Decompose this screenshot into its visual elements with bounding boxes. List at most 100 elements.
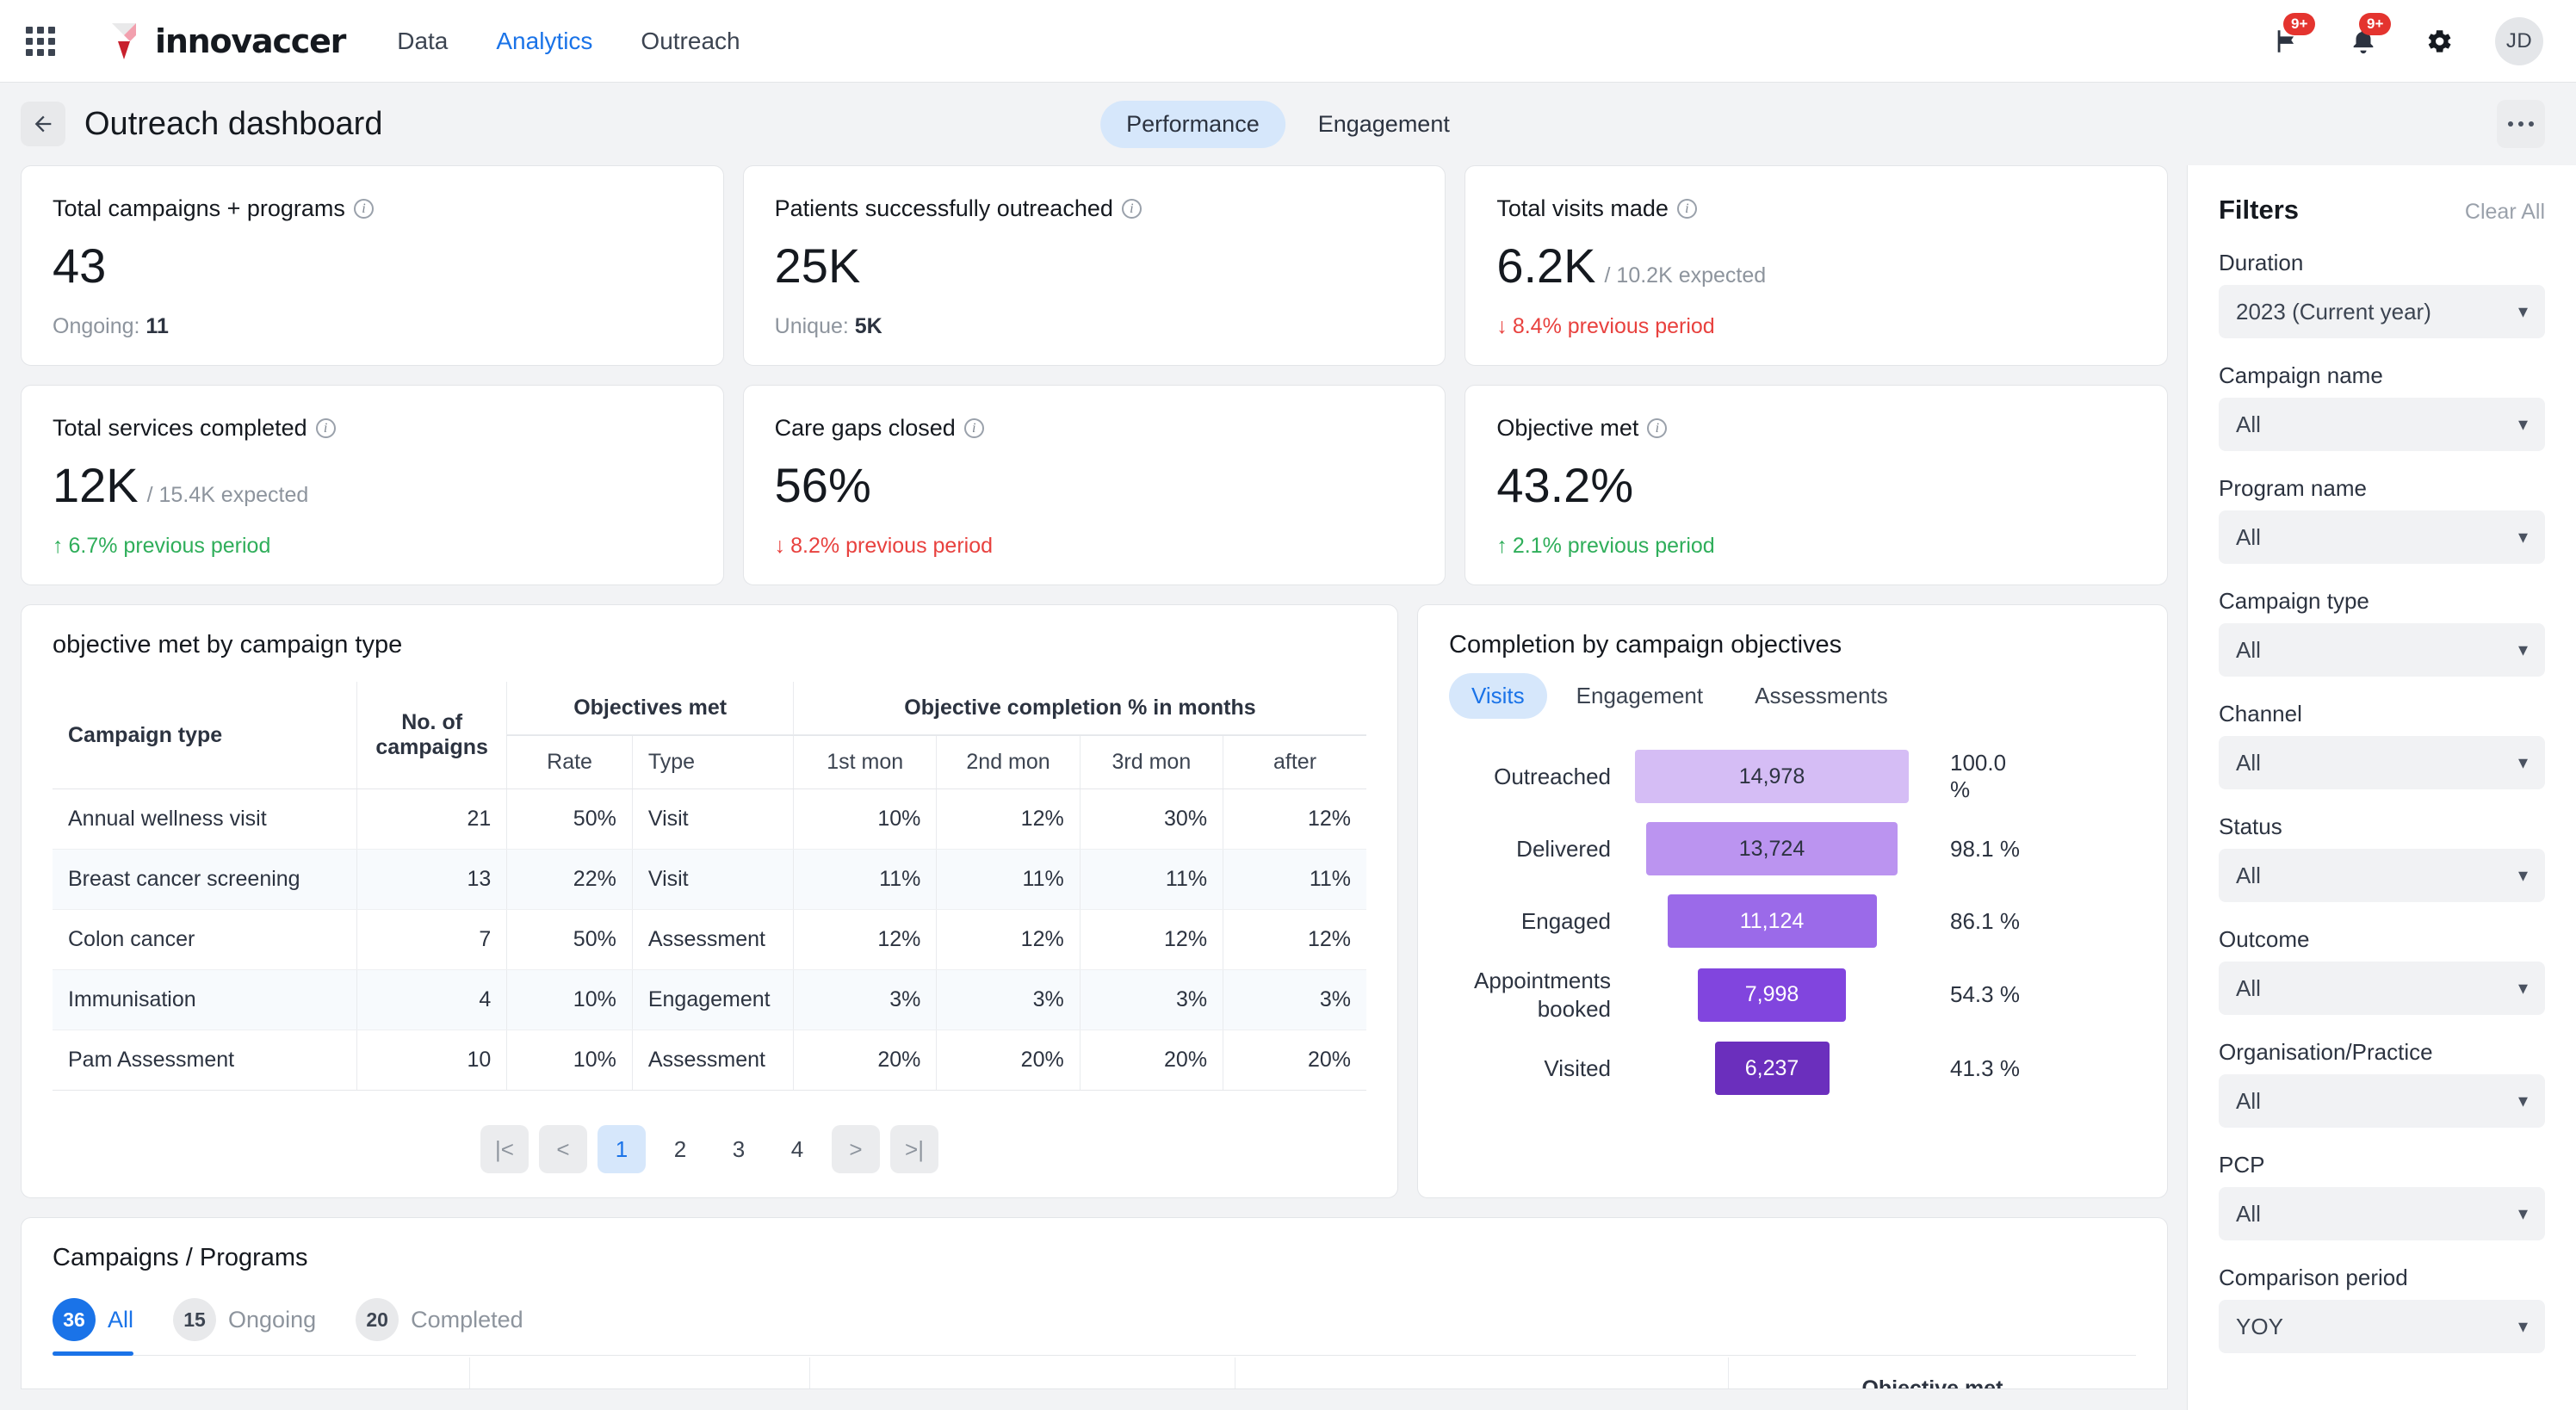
tab-completed[interactable]: 20 Completed xyxy=(356,1298,523,1355)
th-3rd-mon[interactable]: 3rd mon xyxy=(1079,735,1223,789)
info-icon[interactable]: i xyxy=(1647,418,1668,438)
settings-button[interactable] xyxy=(2419,22,2459,61)
cell-campaign-type: Immunisation xyxy=(53,969,357,1030)
info-icon[interactable]: i xyxy=(1121,199,1142,219)
pagination-page-4[interactable]: 4 xyxy=(773,1125,821,1173)
info-icon[interactable]: i xyxy=(963,418,984,438)
filter-select-duration[interactable]: 2023 (Current year) ▾ xyxy=(2219,285,2545,338)
user-avatar[interactable]: JD xyxy=(2495,16,2543,65)
th-1st-mon[interactable]: 1st mon xyxy=(792,735,937,789)
info-icon[interactable]: i xyxy=(353,199,374,219)
table-row[interactable]: Annual wellness visit 21 50% Visit 10% 1… xyxy=(53,788,1366,850)
bot-th-objective-met[interactable]: Objective met xyxy=(1727,1357,2136,1388)
funnel-bar[interactable]: 14,978 xyxy=(1635,750,1909,803)
chip-engagement[interactable]: Engagement xyxy=(1554,673,1725,719)
view-segment-control: Performance Engagement xyxy=(1100,100,1476,148)
th-no-of-campaigns[interactable]: No. of campaigns xyxy=(356,682,507,789)
chevron-down-icon: ▾ xyxy=(2517,751,2528,773)
filter-select-campaign-name[interactable]: All ▾ xyxy=(2219,398,2545,451)
pagination-first-button[interactable]: |< xyxy=(480,1125,529,1173)
th-type[interactable]: Type xyxy=(631,735,794,789)
pagination-next-button[interactable]: > xyxy=(832,1125,880,1173)
kpi-delta-badge: ↓ 8.2% previous period xyxy=(775,534,1415,559)
funnel-label: Outreached xyxy=(1494,763,1611,789)
cell-after: 11% xyxy=(1223,849,1366,910)
bot-th-3[interactable] xyxy=(809,1357,1235,1388)
notifications-button[interactable]: 9+ xyxy=(2344,12,2392,61)
pagination-last-button[interactable]: >| xyxy=(890,1125,938,1173)
clear-all-button[interactable]: Clear All xyxy=(2465,200,2545,225)
brand-logo[interactable]: innovaccer xyxy=(110,22,346,61)
nav-link-data[interactable]: Data xyxy=(397,28,448,55)
filter-select-program-name[interactable]: All ▾ xyxy=(2219,510,2545,564)
filter-value: All xyxy=(2236,1087,2261,1114)
filter-group-comparison-period: Comparison period YOY ▾ xyxy=(2219,1265,2545,1353)
tab-all[interactable]: 36 All xyxy=(53,1298,134,1356)
pagination-page-3[interactable]: 3 xyxy=(715,1125,763,1173)
kpi-value: 56% xyxy=(775,457,1415,513)
th-2nd-mon[interactable]: 2nd mon xyxy=(936,735,1081,789)
kpi-value: 43 xyxy=(53,238,692,294)
filter-select-campaign-type[interactable]: All ▾ xyxy=(2219,623,2545,677)
th-after[interactable]: after xyxy=(1223,735,1366,789)
filter-value: All xyxy=(2236,974,2261,1001)
info-icon[interactable]: i xyxy=(1676,199,1697,219)
tab-ongoing[interactable]: 15 Ongoing xyxy=(173,1298,316,1355)
cell-rate: 10% xyxy=(506,969,633,1030)
filter-select-outcome[interactable]: All ▾ xyxy=(2219,962,2545,1015)
filter-group-status: Status All ▾ xyxy=(2219,813,2545,902)
pagination-page-1[interactable]: 1 xyxy=(598,1125,646,1173)
funnel-bar[interactable]: 11,124 xyxy=(1667,894,1877,948)
arrow-down-icon: ↓ xyxy=(774,534,786,558)
filter-select-comparison-period[interactable]: YOY ▾ xyxy=(2219,1300,2545,1353)
filter-select-channel[interactable]: All ▾ xyxy=(2219,736,2545,789)
bot-th-4[interactable] xyxy=(1235,1357,1728,1388)
funnel-bar[interactable]: 6,237 xyxy=(1714,1042,1830,1095)
table-row[interactable]: Pam Assessment 10 10% Assessment 20% 20%… xyxy=(53,1030,1366,1091)
chip-assessments[interactable]: Assessments xyxy=(1732,673,1910,719)
cell-after: 12% xyxy=(1223,788,1366,850)
funnel-bar[interactable]: 13,724 xyxy=(1646,822,1898,875)
table-row[interactable]: Colon cancer 7 50% Assessment 12% 12% 12… xyxy=(53,909,1366,970)
pagination-page-2[interactable]: 2 xyxy=(656,1125,704,1173)
kpi-title: Total visits made i xyxy=(1496,195,2136,222)
bot-th-1[interactable] xyxy=(53,1357,469,1388)
chevron-down-icon: ▾ xyxy=(2517,1090,2528,1111)
top-navigation-bar: innovaccer Data Analytics Outreach 9+ 9+… xyxy=(0,0,2576,83)
objective-met-table-panel: objective met by campaign type Campaign … xyxy=(21,604,1398,1198)
cell-m1: 10% xyxy=(792,788,937,850)
bot-th-2[interactable] xyxy=(468,1357,809,1388)
cell-rate: 10% xyxy=(506,1030,633,1091)
nav-link-analytics[interactable]: Analytics xyxy=(496,28,592,55)
kpi-card-services-completed: Total services completed i 12K / 15.4K e… xyxy=(21,385,724,585)
panel-title: objective met by campaign type xyxy=(53,631,403,659)
back-button[interactable] xyxy=(21,102,65,146)
arrow-down-icon: ↓ xyxy=(1496,314,1508,338)
table-row[interactable]: Breast cancer screening 13 22% Visit 11%… xyxy=(53,849,1366,910)
messages-button[interactable]: 9+ xyxy=(2268,12,2316,61)
funnel-bar[interactable]: 7,998 xyxy=(1698,968,1846,1022)
filter-select-organisation-practice[interactable]: All ▾ xyxy=(2219,1074,2545,1128)
pagination-prev-button[interactable]: < xyxy=(539,1125,587,1173)
tab-label: Completed xyxy=(411,1306,523,1333)
funnel-row: Appointments booked 7,998 54.3 % xyxy=(1449,967,2136,1023)
info-icon[interactable]: i xyxy=(315,418,336,438)
filter-group-campaign-name: Campaign name All ▾ xyxy=(2219,362,2545,451)
nav-link-outreach[interactable]: Outreach xyxy=(641,28,740,55)
chevron-down-icon: ▾ xyxy=(2517,864,2528,886)
filter-select-pcp[interactable]: All ▾ xyxy=(2219,1187,2545,1240)
kpi-expected-text: / 15.4K expected xyxy=(146,483,309,507)
kpi-value-text: 43 xyxy=(53,238,107,293)
cell-type: Visit xyxy=(631,788,794,850)
apps-grid-icon[interactable] xyxy=(22,23,59,59)
tab-engagement[interactable]: Engagement xyxy=(1292,101,1476,148)
cell-m2: 3% xyxy=(936,969,1081,1030)
chip-visits[interactable]: Visits xyxy=(1449,673,1547,719)
th-campaign-type[interactable]: Campaign type xyxy=(53,682,357,789)
filter-value: All xyxy=(2236,749,2261,776)
tab-performance[interactable]: Performance xyxy=(1100,100,1285,148)
th-rate[interactable]: Rate xyxy=(506,735,633,789)
table-row[interactable]: Immunisation 4 10% Engagement 3% 3% 3% 3… xyxy=(53,969,1366,1030)
filter-select-status[interactable]: All ▾ xyxy=(2219,849,2545,902)
more-options-button[interactable] xyxy=(2497,100,2545,148)
